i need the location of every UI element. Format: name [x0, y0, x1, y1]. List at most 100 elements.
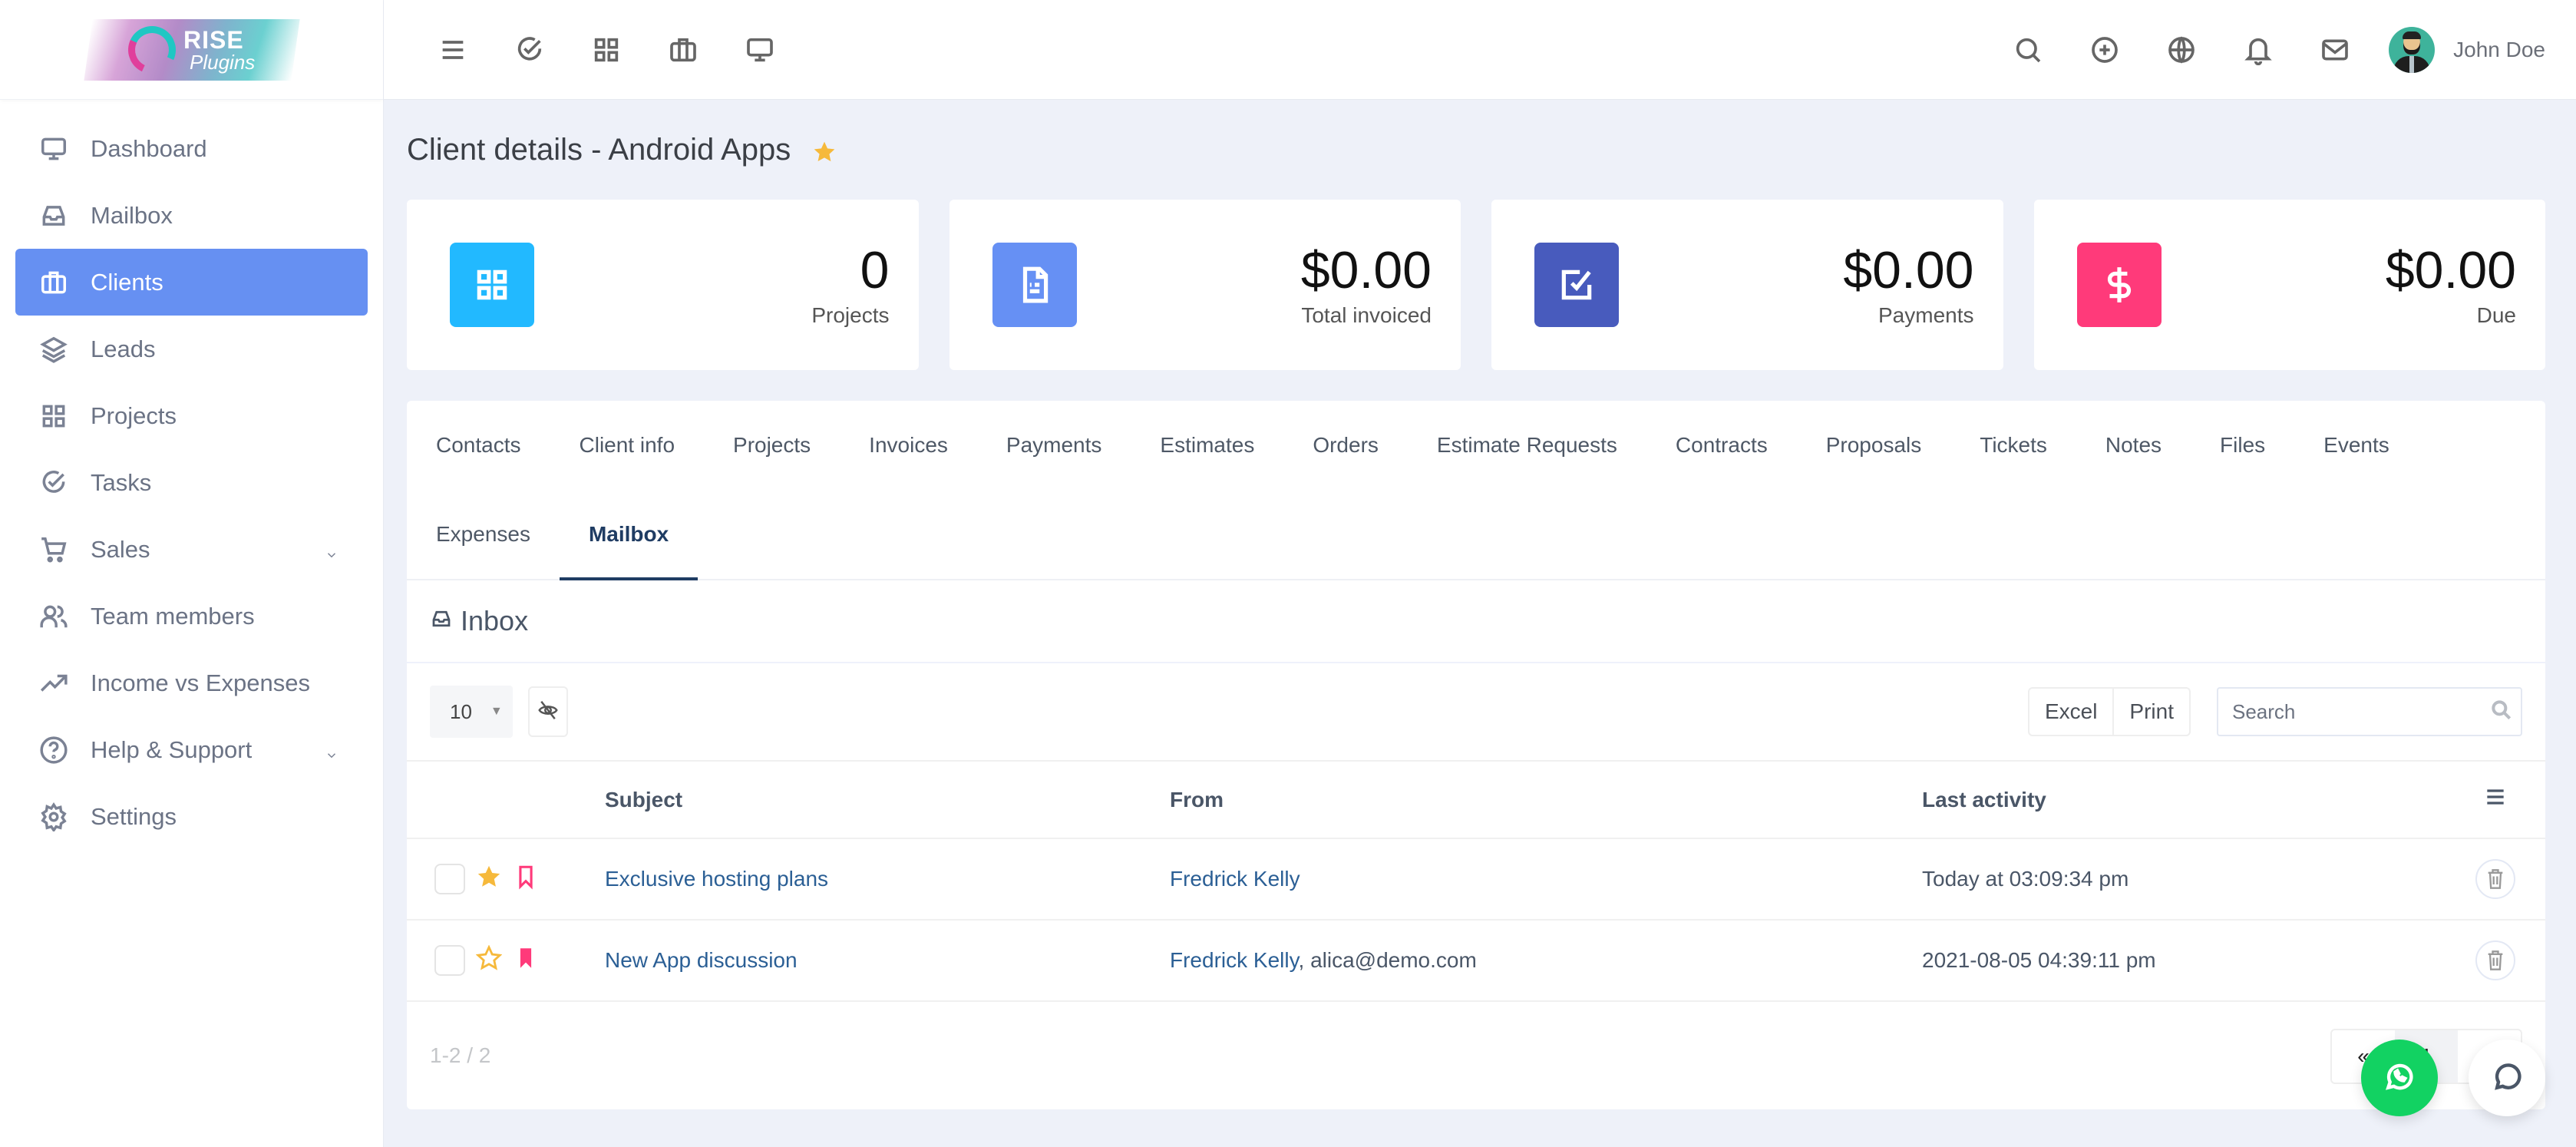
sidebar-item-mailbox[interactable]: Mailbox: [15, 182, 368, 249]
sender-link[interactable]: Fredrick Kelly: [1170, 948, 1299, 972]
tab-client-info[interactable]: Client info: [550, 401, 705, 490]
chevron-down-icon[interactable]: [325, 741, 340, 759]
table-row[interactable]: Exclusive hosting plans Fredrick Kelly T…: [407, 838, 2545, 921]
search-icon[interactable]: [2489, 698, 2514, 726]
sidebar: RISE Plugins Dashboard Mailbox Clients L…: [0, 0, 384, 1147]
sidebar-item-help-support[interactable]: Help & Support: [15, 716, 368, 783]
brand-line2: Plugins: [189, 50, 256, 74]
tab-estimates[interactable]: Estimates: [1131, 401, 1283, 490]
cart-icon: [38, 534, 69, 565]
menu-icon[interactable]: [414, 12, 491, 88]
delete-button[interactable]: [2475, 859, 2515, 899]
tab-mailbox[interactable]: Mailbox: [559, 490, 698, 580]
favorite-star-icon[interactable]: [812, 137, 837, 162]
tab-contacts[interactable]: Contacts: [407, 401, 550, 490]
monitor-icon[interactable]: [722, 12, 798, 88]
col-subject[interactable]: Subject: [605, 762, 1170, 839]
star-filled-icon[interactable]: [476, 864, 502, 895]
mail-icon[interactable]: [2297, 12, 2373, 88]
mail-subject-link[interactable]: Exclusive hosting plans: [605, 867, 828, 891]
stat-value: $0.00: [1843, 240, 1974, 299]
tab-events[interactable]: Events: [2294, 401, 2419, 490]
delete-button[interactable]: [2475, 940, 2515, 980]
sidebar-item-label: Help & Support: [91, 735, 253, 763]
row-checkbox[interactable]: [434, 945, 465, 976]
print-button[interactable]: Print: [2112, 689, 2189, 735]
sidebar-item-label: Mailbox: [91, 201, 173, 229]
tab-orders[interactable]: Orders: [1283, 401, 1408, 490]
whatsapp-button[interactable]: [2361, 1040, 2438, 1116]
chevron-down-icon[interactable]: [325, 540, 340, 558]
col-select: [407, 762, 605, 839]
sidebar-item-label: Income vs Expenses: [91, 669, 311, 696]
check-square-icon: [1534, 243, 1619, 327]
inbox-title: Inbox: [461, 605, 529, 636]
sidebar-item-income-vs-expenses[interactable]: Income vs Expenses: [15, 650, 368, 716]
sidebar-item-projects[interactable]: Projects: [15, 382, 368, 449]
tab-projects[interactable]: Projects: [704, 401, 840, 490]
tab-payments[interactable]: Payments: [977, 401, 1131, 490]
sidebar-item-tasks[interactable]: Tasks: [15, 449, 368, 516]
table-toolbar: 10 ▼ Excel Print: [407, 663, 2545, 762]
sidebar-item-label: Dashboard: [91, 134, 207, 162]
dollar-icon: [2076, 243, 2162, 327]
plus-circle-icon[interactable]: [2066, 12, 2143, 88]
page-title: Client details - Android Apps: [407, 100, 2545, 200]
briefcase-icon[interactable]: [645, 12, 722, 88]
tab-contracts[interactable]: Contracts: [1646, 401, 1797, 490]
inbox-table: Subject From Last activity Exclusive hos…: [407, 762, 2545, 1002]
check-circle-icon[interactable]: [491, 12, 568, 88]
search-input[interactable]: [2232, 699, 2489, 724]
table-row[interactable]: New App discussion Fredrick Kelly, alica…: [407, 920, 2545, 1002]
col-from[interactable]: From: [1170, 762, 1922, 839]
bookmark-outline-icon[interactable]: [513, 864, 539, 895]
tab-invoices[interactable]: Invoices: [840, 401, 977, 490]
search-icon[interactable]: [1990, 12, 2066, 88]
grid-icon[interactable]: [568, 12, 645, 88]
sidebar-item-clients[interactable]: Clients: [15, 249, 368, 316]
mail-subject-link[interactable]: New App discussion: [605, 948, 798, 972]
sidebar-item-team-members[interactable]: Team members: [15, 583, 368, 650]
tab-expenses[interactable]: Expenses: [407, 490, 560, 579]
row-checkbox[interactable]: [434, 864, 465, 894]
user-name[interactable]: John Doe: [2453, 38, 2545, 62]
stat-label: Due: [2476, 303, 2516, 328]
column-visibility-button[interactable]: [528, 686, 568, 737]
bell-icon[interactable]: [2220, 12, 2297, 88]
avatar[interactable]: [2389, 26, 2436, 73]
tab-notes[interactable]: Notes: [2076, 401, 2191, 490]
stat-label: Total invoiced: [1301, 303, 1432, 328]
table-footer: 1-2 / 2 « 1 »: [407, 1002, 2545, 1109]
bookmark-filled-icon[interactable]: [513, 945, 539, 977]
col-last-activity[interactable]: Last activity: [1922, 762, 2446, 839]
sidebar-item-leads[interactable]: Leads: [15, 316, 368, 382]
stat-card-projects[interactable]: 0 Projects: [407, 200, 919, 370]
tab-tickets[interactable]: Tickets: [1950, 401, 2076, 490]
star-outline-icon[interactable]: [475, 944, 503, 977]
chat-button[interactable]: [2469, 1040, 2545, 1116]
stat-label: Projects: [811, 303, 890, 328]
page-size-value: 10: [450, 699, 472, 723]
stat-card-payments[interactable]: $0.00 Payments: [1491, 200, 2003, 370]
excel-button[interactable]: Excel: [2029, 689, 2112, 735]
page-size-select[interactable]: 10 ▼: [430, 686, 513, 738]
globe-icon[interactable]: [2143, 12, 2220, 88]
stat-card-total-invoiced[interactable]: $0.00 Total invoiced: [949, 200, 1461, 370]
tab-proposals[interactable]: Proposals: [1797, 401, 1951, 490]
tab-estimate-requests[interactable]: Estimate Requests: [1408, 401, 1646, 490]
whatsapp-icon: [2383, 1059, 2416, 1097]
stat-card-due[interactable]: $0.00 Due: [2033, 200, 2545, 370]
menu-icon[interactable]: [2483, 789, 2508, 814]
tab-files[interactable]: Files: [2191, 401, 2294, 490]
sidebar-item-sales[interactable]: Sales: [15, 516, 368, 583]
logo-ring-icon: [121, 18, 183, 81]
brand-logo[interactable]: RISE Plugins: [83, 18, 300, 81]
sender-link[interactable]: Fredrick Kelly: [1170, 867, 1300, 891]
pagination-info: 1-2 / 2: [430, 1043, 491, 1067]
stats-cards: 0 Projects $0.00 Total invoiced $0.00 Pa…: [407, 200, 2545, 370]
brand-line1: RISE: [183, 25, 244, 54]
sidebar-item-dashboard[interactable]: Dashboard: [15, 115, 368, 182]
sidebar-nav: Dashboard Mailbox Clients Leads Projects…: [0, 100, 383, 850]
briefcase-icon: [38, 267, 69, 298]
sidebar-item-settings[interactable]: Settings: [15, 783, 368, 850]
